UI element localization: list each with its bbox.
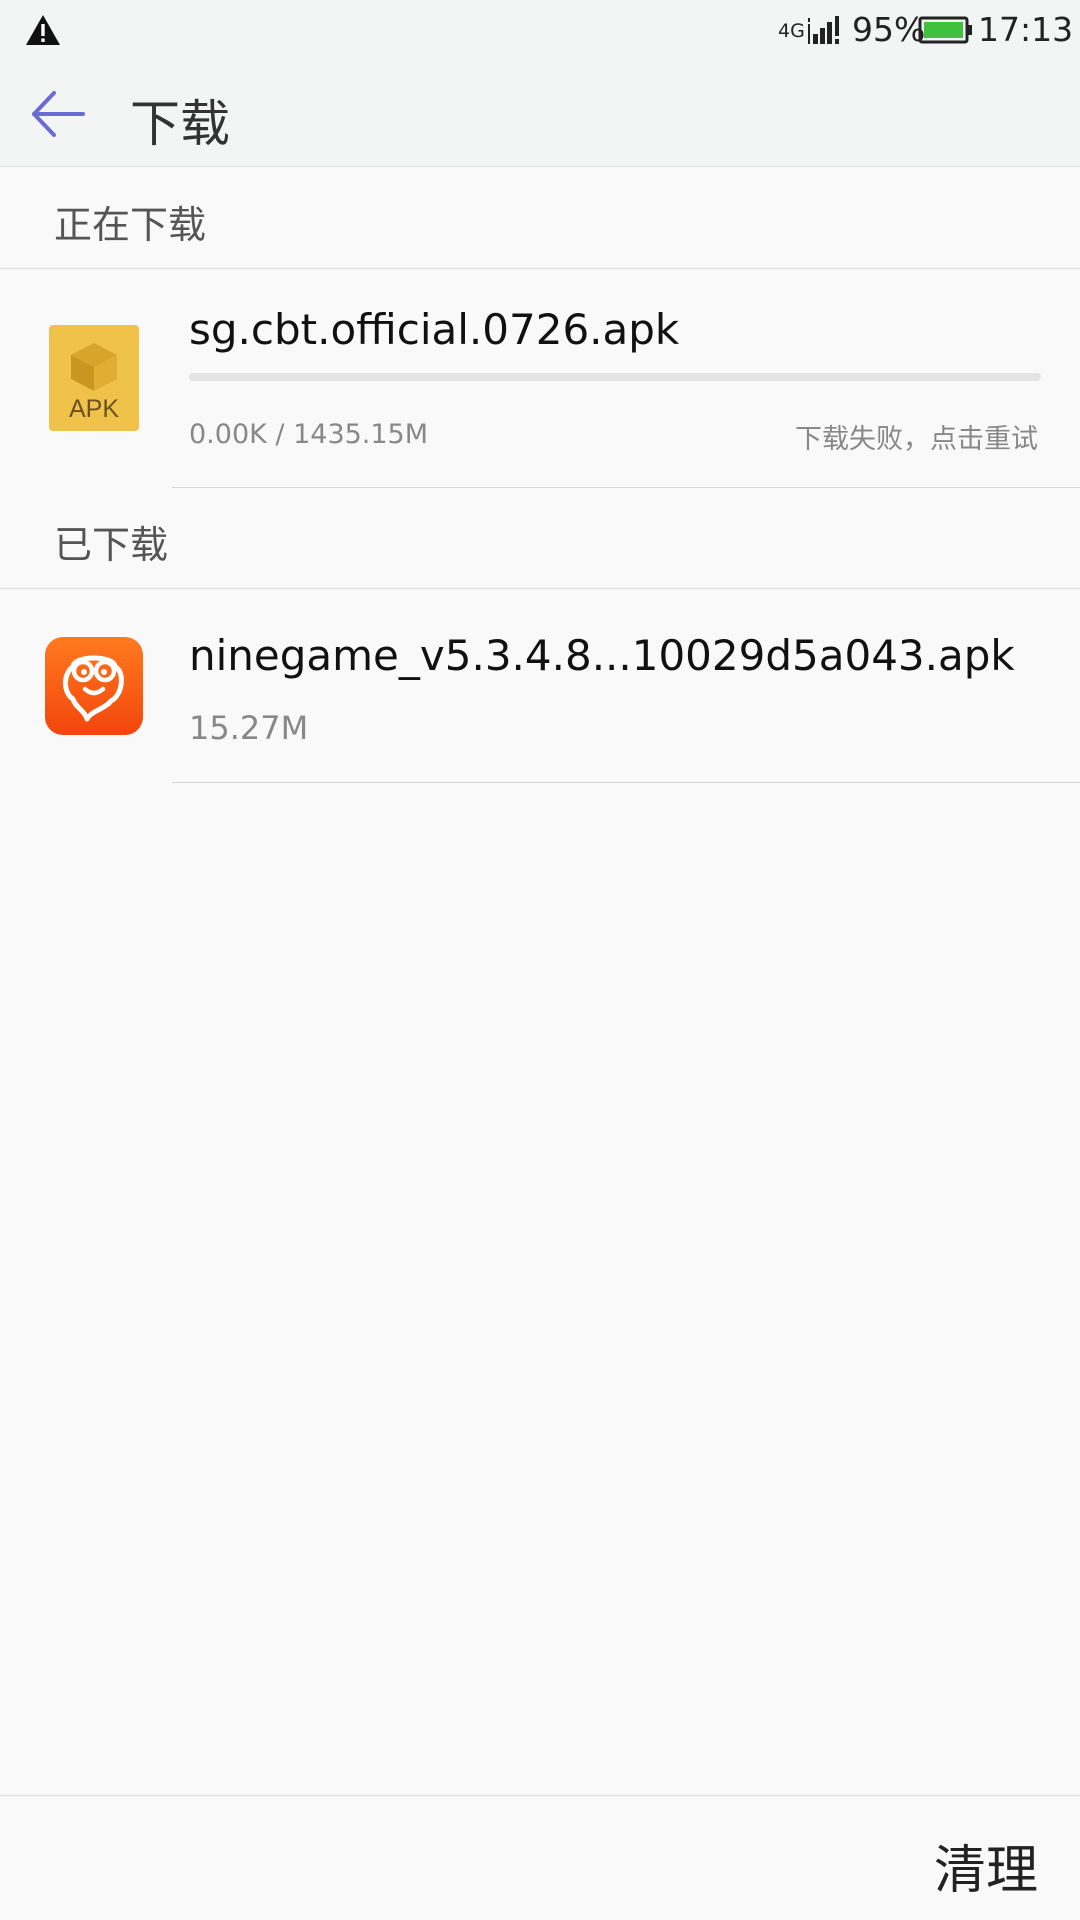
status-bar: 4G 95% 17:13 [0, 0, 1080, 62]
bottom-bar: 清理 [0, 1795, 1080, 1920]
download-size-progress: 0.00K / 1435.15M [189, 419, 429, 450]
apk-file-icon: APK [49, 325, 139, 431]
section-header-label: 已下载 [54, 523, 169, 567]
file-name: ninegame_v5.3.4.8...10029d5a043.apk [189, 631, 1015, 680]
download-status-retry[interactable]: 下载失败，点击重试 [795, 417, 1038, 456]
clock: 17:13 [978, 10, 1074, 49]
file-size: 15.27M [189, 709, 309, 747]
section-header-label: 正在下载 [54, 203, 207, 247]
battery-icon [918, 16, 972, 44]
downloads-screen: 4G 95% 17:13 下载 正在下载 APK sg.cbt.official… [0, 0, 1080, 1920]
battery-percent: 95% [852, 10, 926, 49]
download-progress-bar [189, 373, 1041, 381]
section-header-downloaded: 已下载 [0, 488, 1080, 589]
page-title: 下载 [130, 95, 230, 153]
list-item-downloaded[interactable]: ninegame_v5.3.4.8...10029d5a043.apk 15.2… [0, 589, 1080, 783]
warning-triangle-icon [26, 15, 60, 45]
clean-button[interactable]: 清理 [934, 1828, 1038, 1903]
divider [172, 782, 1080, 783]
signal-bars-icon [808, 16, 839, 44]
app-bar: 下载 [0, 62, 1080, 167]
apk-icon-label: APK [69, 395, 119, 423]
network-type-label: 4G [778, 20, 805, 42]
section-header-downloading: 正在下载 [0, 168, 1080, 269]
file-name: sg.cbt.official.0726.apk [189, 305, 680, 354]
ninegame-app-icon [45, 637, 143, 735]
back-arrow-icon[interactable] [28, 84, 88, 144]
list-item-downloading[interactable]: APK sg.cbt.official.0726.apk 0.00K / 143… [0, 269, 1080, 488]
